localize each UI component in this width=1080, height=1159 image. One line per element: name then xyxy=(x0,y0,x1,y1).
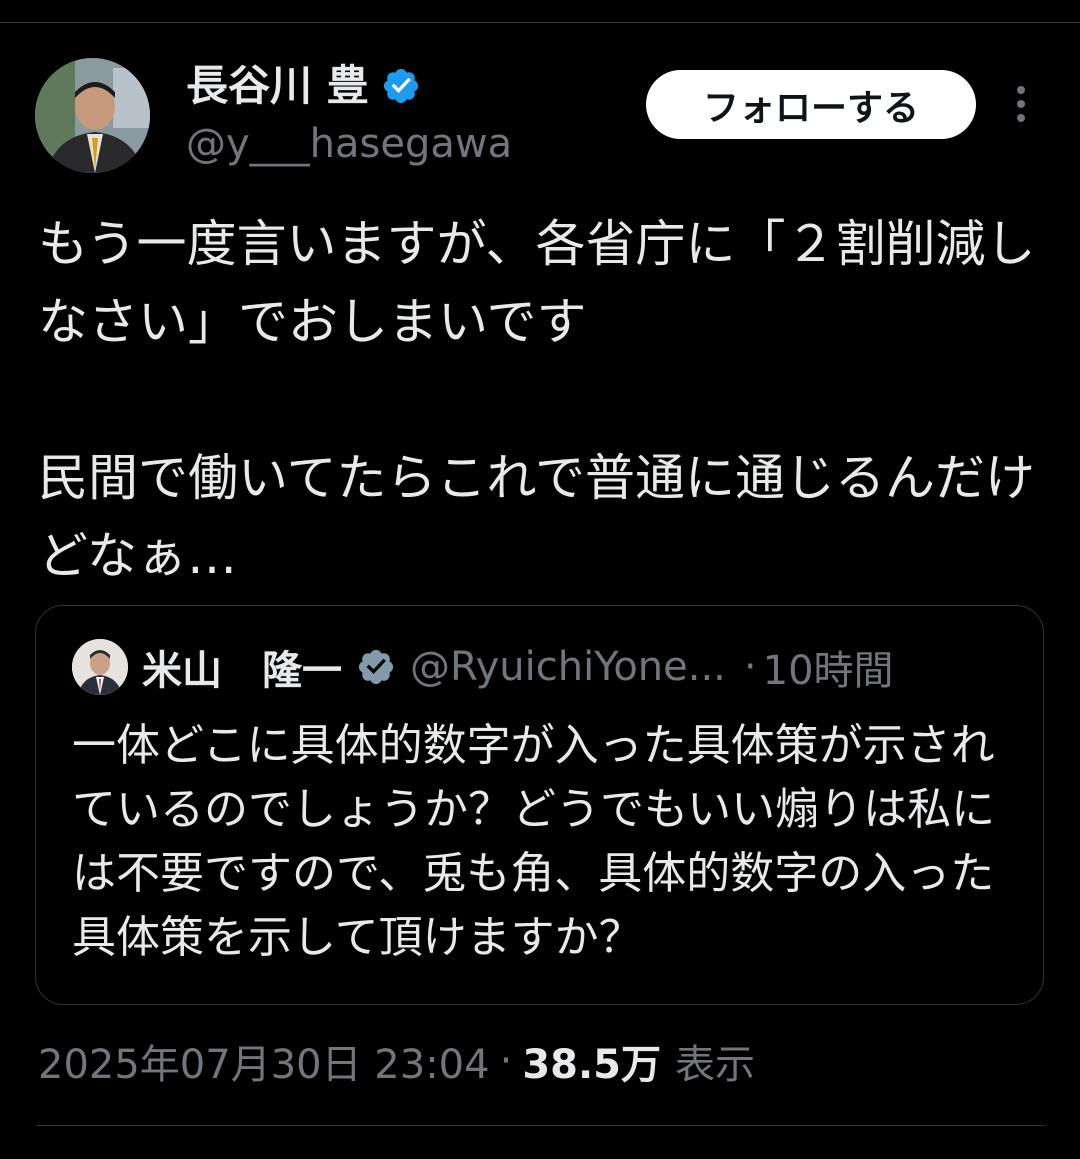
views-count: 38.5万 xyxy=(522,1042,662,1088)
follow-button[interactable]: フォローする xyxy=(646,70,976,139)
tweet-timestamp[interactable]: 2025年07月30日 23:04 xyxy=(38,1032,490,1090)
tweet-text: もう一度言いますが、各省庁に「２割削減しなさい」でおしまいです 民間で働いてたら… xyxy=(38,215,1036,585)
quote-header: 米山 隆一 @RyuichiYone... · 10時間 xyxy=(142,636,894,698)
verified-badge-gray-icon xyxy=(358,649,394,685)
meta-separator: · xyxy=(499,1038,513,1084)
author-name-row: 長谷川 豊 xyxy=(186,58,421,114)
quote-author-handle[interactable]: @RyuichiYone... xyxy=(410,644,726,690)
tweet-meta: 2025年07月30日 23:04 · 38.5万 表示 xyxy=(38,1032,755,1090)
bottom-divider xyxy=(36,1125,1046,1126)
author-avatar[interactable] xyxy=(35,58,150,173)
quote-author-avatar[interactable] xyxy=(72,639,128,695)
verified-badge-icon xyxy=(383,68,418,104)
quoted-tweet-card[interactable]: 米山 隆一 @RyuichiYone... · 10時間 一体どこに具体的数字が… xyxy=(35,605,1044,1005)
quote-text: 一体どこに具体的数字が入った具体策が示されているのでしょうか？どうでもいい煽りは… xyxy=(72,720,996,963)
quote-author-name[interactable]: 米山 隆一 xyxy=(142,638,342,696)
more-vertical-icon[interactable] xyxy=(1010,84,1032,124)
quote-separator: · xyxy=(743,644,757,690)
quote-time[interactable]: 10時間 xyxy=(763,638,894,696)
views-label: 表示 xyxy=(675,1042,756,1088)
author-handle[interactable]: @y___hasegawa xyxy=(186,120,512,168)
author-name[interactable]: 長谷川 豊 xyxy=(186,65,369,107)
top-divider xyxy=(0,22,1080,23)
